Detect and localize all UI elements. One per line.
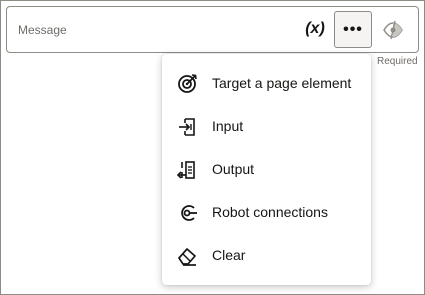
- eraser-icon: [178, 248, 196, 266]
- menu-item-label: Robot connections: [212, 204, 328, 220]
- ellipsis-icon: •••: [343, 20, 363, 38]
- component-frame: Message (x) ••• Required Target a page e…: [0, 0, 425, 295]
- robot-connection-icon: [181, 205, 197, 221]
- input-icon: [179, 118, 195, 136]
- output-icon: [176, 161, 195, 179]
- menu-item-clear[interactable]: Clear: [162, 234, 371, 277]
- eye-slash-icon: [383, 20, 403, 40]
- menu-item-label: Target a page element: [212, 75, 352, 91]
- message-field[interactable]: Message (x) •••: [6, 6, 419, 53]
- menu-item-target-page-element[interactable]: Target a page element: [162, 62, 371, 105]
- menu-item-output[interactable]: Output: [162, 148, 371, 191]
- menu-item-label: Clear: [212, 247, 246, 263]
- menu-item-input[interactable]: Input: [162, 105, 371, 148]
- menu-item-robot-connections[interactable]: Robot connections: [162, 191, 371, 234]
- menu-item-label: Input: [212, 118, 244, 134]
- more-options-button[interactable]: •••: [334, 11, 372, 48]
- message-field-label: Message: [18, 23, 67, 37]
- insert-variable-button[interactable]: (x): [301, 18, 329, 40]
- more-options-menu: Target a page element Input Output Robot…: [162, 54, 371, 285]
- target-icon: [178, 74, 197, 93]
- visibility-toggle-button[interactable]: [382, 19, 404, 41]
- menu-item-label: Output: [212, 161, 255, 177]
- required-indicator: Required: [377, 56, 418, 67]
